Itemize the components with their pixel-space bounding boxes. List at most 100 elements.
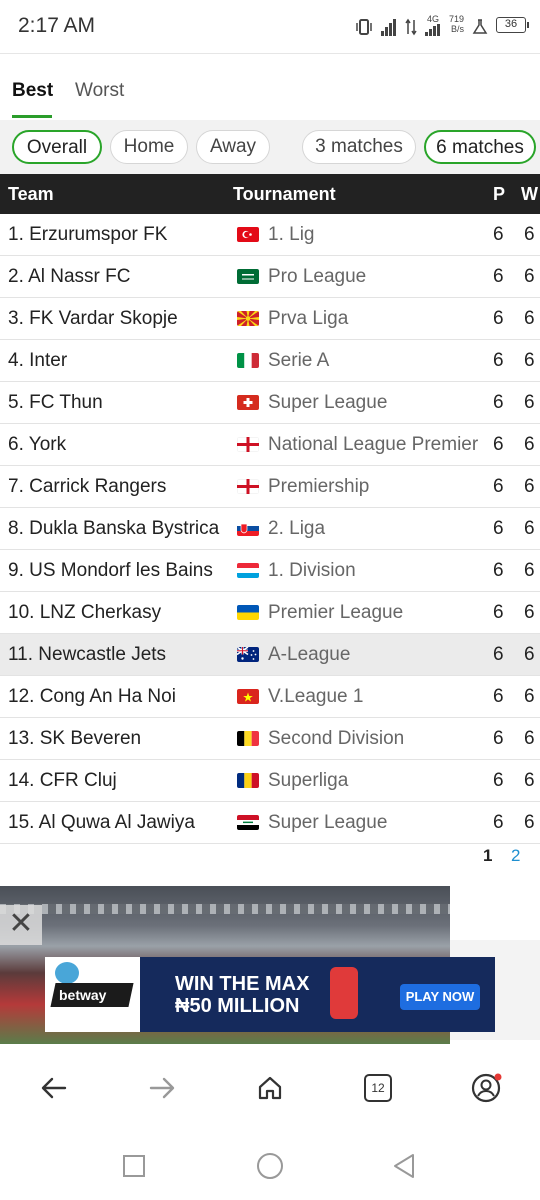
team-name[interactable]: 7. Carrick Rangers [8,476,166,498]
play-now-button[interactable]: PLAY NOW [400,984,480,1010]
played-count: 6 [493,686,504,707]
account-icon[interactable] [464,1066,508,1110]
team-name[interactable]: 8. Dukla Banska Bystrica [8,518,219,540]
filter-3-matches[interactable]: 3 matches [302,130,416,164]
won-count: 6 [524,728,535,749]
tournament-name[interactable]: 1. Division [268,560,356,582]
betway-brand-text: betway [59,987,107,1003]
tournament-name[interactable]: Serie A [268,350,329,372]
table-row[interactable]: 6. York National League Premier 6 6 [0,424,540,466]
tabs-button[interactable]: 12 [356,1066,400,1110]
played-count: 6 [493,644,504,665]
tournament-name[interactable]: Superliga [268,770,348,792]
back-arrow-icon[interactable] [32,1066,76,1110]
tab-best[interactable]: Best [12,80,53,102]
tournament-name[interactable]: V.League 1 [268,686,363,708]
betway-ad-banner[interactable]: betway WIN THE MAX ₦50 MILLION PLAY NOW [45,957,495,1032]
team-name[interactable]: 14. CFR Cluj [8,770,117,792]
table-row[interactable]: 14. CFR Cluj Superliga 6 6 [0,760,540,802]
table-row[interactable]: 9. US Mondorf les Bains 1. Division 6 6 [0,550,540,592]
tab-count: 12 [364,1074,392,1102]
filter-overall[interactable]: Overall [12,130,102,164]
table-row[interactable]: 15. Al Quwa Al Jawiya Super League 6 6 [0,802,540,844]
battery-icon: 36 [496,17,529,33]
header-played[interactable]: P [493,184,505,205]
table-row[interactable]: 7. Carrick Rangers Premiership 6 6 [0,466,540,508]
team-name[interactable]: 15. Al Quwa Al Jawiya [8,812,195,834]
team-name[interactable]: 9. US Mondorf les Bains [8,560,213,582]
tournament-name[interactable]: National League Premier [268,434,478,456]
table-row[interactable]: 5. FC Thun Super League 6 6 [0,382,540,424]
won-count: 6 [524,560,535,581]
switzerland-flag-icon [237,395,259,410]
team-name[interactable]: 10. LNZ Cherkasy [8,602,161,624]
team-name[interactable]: 2. Al Nassr FC [8,266,130,288]
saudi-arabia-flag-icon [237,269,259,284]
data-arrows-icon [405,14,417,36]
tournament-name[interactable]: Pro League [268,266,366,288]
table-row[interactable]: 11. Newcastle Jets A-League 6 6 [0,634,540,676]
tournament-name[interactable]: Second Division [268,728,404,750]
table-row[interactable]: 1. Erzurumspor FK 1. Lig 6 6 [0,214,540,256]
team-name[interactable]: 11. Newcastle Jets [8,644,166,666]
recents-square-icon[interactable] [116,1148,152,1184]
won-count: 6 [524,350,535,371]
tab-worst[interactable]: Worst [75,80,124,102]
back-triangle-icon[interactable] [386,1148,422,1184]
won-count: 6 [524,392,535,413]
team-name[interactable]: 3. FK Vardar Skopje [8,308,178,330]
tournament-name[interactable]: Super League [268,812,387,834]
ad-close-button[interactable]: ✕ [0,905,42,945]
tournament-name[interactable]: Premier League [268,602,403,624]
header-team[interactable]: Team [8,184,54,205]
home-icon[interactable] [248,1066,292,1110]
played-count: 6 [493,350,504,371]
active-tab-indicator [12,115,52,118]
won-count: 6 [524,602,535,623]
played-count: 6 [493,434,504,455]
north-macedonia-flag-icon [237,311,259,326]
table-row[interactable]: 13. SK Beveren Second Division 6 6 [0,718,540,760]
team-name[interactable]: 5. FC Thun [8,392,103,414]
browser-toolbar: 12 [0,1046,540,1130]
table-row[interactable]: 8. Dukla Banska Bystrica 2. Liga 6 6 [0,508,540,550]
belgium-flag-icon [237,731,259,746]
won-count: 6 [524,434,535,455]
page-2-link[interactable]: 2 [511,846,520,866]
team-name[interactable]: 13. SK Beveren [8,728,141,750]
tournament-name[interactable]: 2. Liga [268,518,325,540]
played-count: 6 [493,266,504,287]
won-count: 6 [524,266,535,287]
page-1[interactable]: 1 [483,846,492,866]
won-count: 6 [524,224,535,245]
ad-headline-2: ₦50 MILLION [175,995,300,1017]
tournament-name[interactable]: 1. Lig [268,224,314,246]
table-row[interactable]: 10. LNZ Cherkasy Premier League 6 6 [0,592,540,634]
status-icons: 4G 719 B/s 36 [355,14,529,36]
filter-home[interactable]: Home [110,130,188,164]
tournament-name[interactable]: Super League [268,392,387,414]
home-circle-icon[interactable] [252,1148,288,1184]
table-row[interactable]: 12. Cong An Ha Noi V.League 1 66 [0,676,540,718]
team-name[interactable]: 1. Erzurumspor FK [8,224,167,246]
tournament-name[interactable]: Prva Liga [268,308,348,330]
status-time: 2:17 AM [18,14,96,37]
team-name[interactable]: 12. Cong An Ha Noi [8,686,176,708]
speed-unit: B/s [450,24,464,34]
filter-away[interactable]: Away [196,130,270,164]
header-won[interactable]: W [521,184,538,205]
team-name[interactable]: 4. Inter [8,350,67,372]
played-count: 6 [493,728,504,749]
tournament-name[interactable]: A-League [268,644,350,666]
table-row[interactable]: 3. FK Vardar Skopje Prva Liga 6 6 [0,298,540,340]
won-count: 6 [524,686,535,707]
filter-chip-bar: Overall Home Away 3 matches 6 matches [0,120,540,174]
team-name[interactable]: 6. York [8,434,66,456]
table-row[interactable]: 4. Inter Serie A 66 [0,340,540,382]
forward-arrow-icon[interactable] [140,1066,184,1110]
header-tournament[interactable]: Tournament [233,184,336,205]
tournament-name[interactable]: Premiership [268,476,369,498]
filter-6-matches[interactable]: 6 matches [424,130,536,164]
table-row[interactable]: 2. Al Nassr FC Pro League 6 6 [0,256,540,298]
best-worst-tabs: Best Worst [0,70,540,120]
